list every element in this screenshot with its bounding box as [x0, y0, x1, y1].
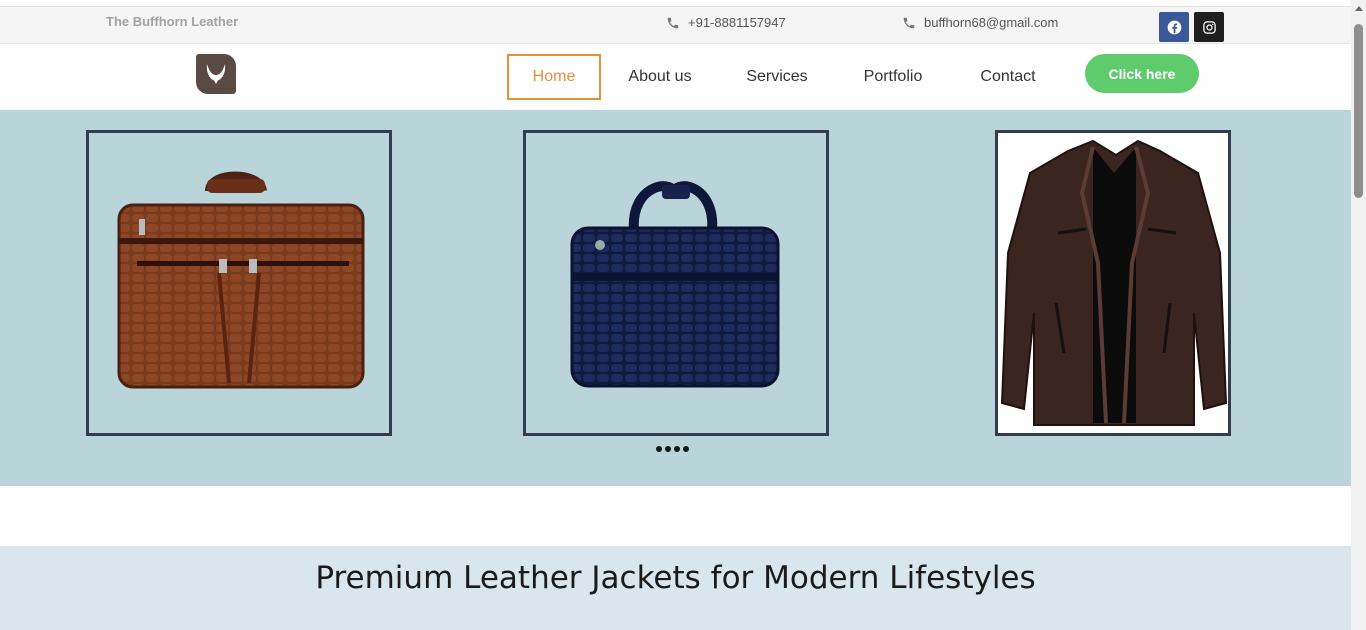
nav-item-about-us[interactable]: About us [612, 54, 708, 100]
slide-leather-jacket[interactable] [995, 130, 1231, 436]
bull-horn-logo-icon [206, 64, 226, 84]
phone-icon [667, 17, 679, 28]
email-contact[interactable]: buffhorn68@gmail.com [902, 15, 1058, 30]
section-headline: Premium Leather Jackets for Modern Lifes… [315, 560, 1036, 596]
click-here-button[interactable]: Click here [1085, 54, 1199, 93]
nav-item-contact[interactable]: Contact [964, 54, 1052, 100]
brand-name: The Buffhorn Leather [106, 14, 239, 29]
carousel-dot[interactable] [656, 446, 662, 452]
top-info-bar: The Buffhorn Leather +91-8881157947 buff… [0, 6, 1351, 44]
carousel-pagination [656, 446, 689, 452]
slide-brown-laptop-bag[interactable] [86, 130, 392, 436]
hero-carousel [0, 110, 1351, 486]
facebook-icon [1167, 20, 1181, 34]
facebook-button[interactable] [1159, 12, 1189, 42]
vertical-scrollbar[interactable] [1351, 0, 1366, 630]
email-address: buffhorn68@gmail.com [924, 15, 1059, 30]
phone-contact[interactable]: +91-8881157947 [666, 15, 786, 30]
main-nav: Home About us Services Portfolio Contact… [0, 44, 1351, 110]
logo[interactable] [196, 54, 236, 94]
instagram-icon [1202, 20, 1216, 34]
carousel-dot[interactable] [674, 446, 680, 452]
navy-leather-bag-image [570, 181, 780, 388]
slide-navy-laptop-bag[interactable] [523, 130, 829, 436]
nav-item-portfolio[interactable]: Portfolio [848, 54, 938, 100]
carousel-dot[interactable] [683, 446, 689, 452]
nav-item-home[interactable]: Home [507, 54, 601, 100]
brown-leather-bag-image [117, 171, 365, 389]
headline-section: Premium Leather Jackets for Modern Lifes… [0, 546, 1351, 630]
carousel-dot[interactable] [665, 446, 671, 452]
phone-number: +91-8881157947 [688, 15, 786, 30]
nav-item-services[interactable]: Services [728, 54, 826, 100]
page: The Buffhorn Leather +91-8881157947 buff… [0, 0, 1366, 630]
instagram-button[interactable] [1194, 12, 1224, 42]
scrollbar-thumb[interactable] [1354, 24, 1363, 198]
brown-leather-jacket-image [1000, 139, 1228, 426]
scroll-up-icon[interactable] [1355, 6, 1363, 11]
phone-icon [903, 17, 915, 28]
